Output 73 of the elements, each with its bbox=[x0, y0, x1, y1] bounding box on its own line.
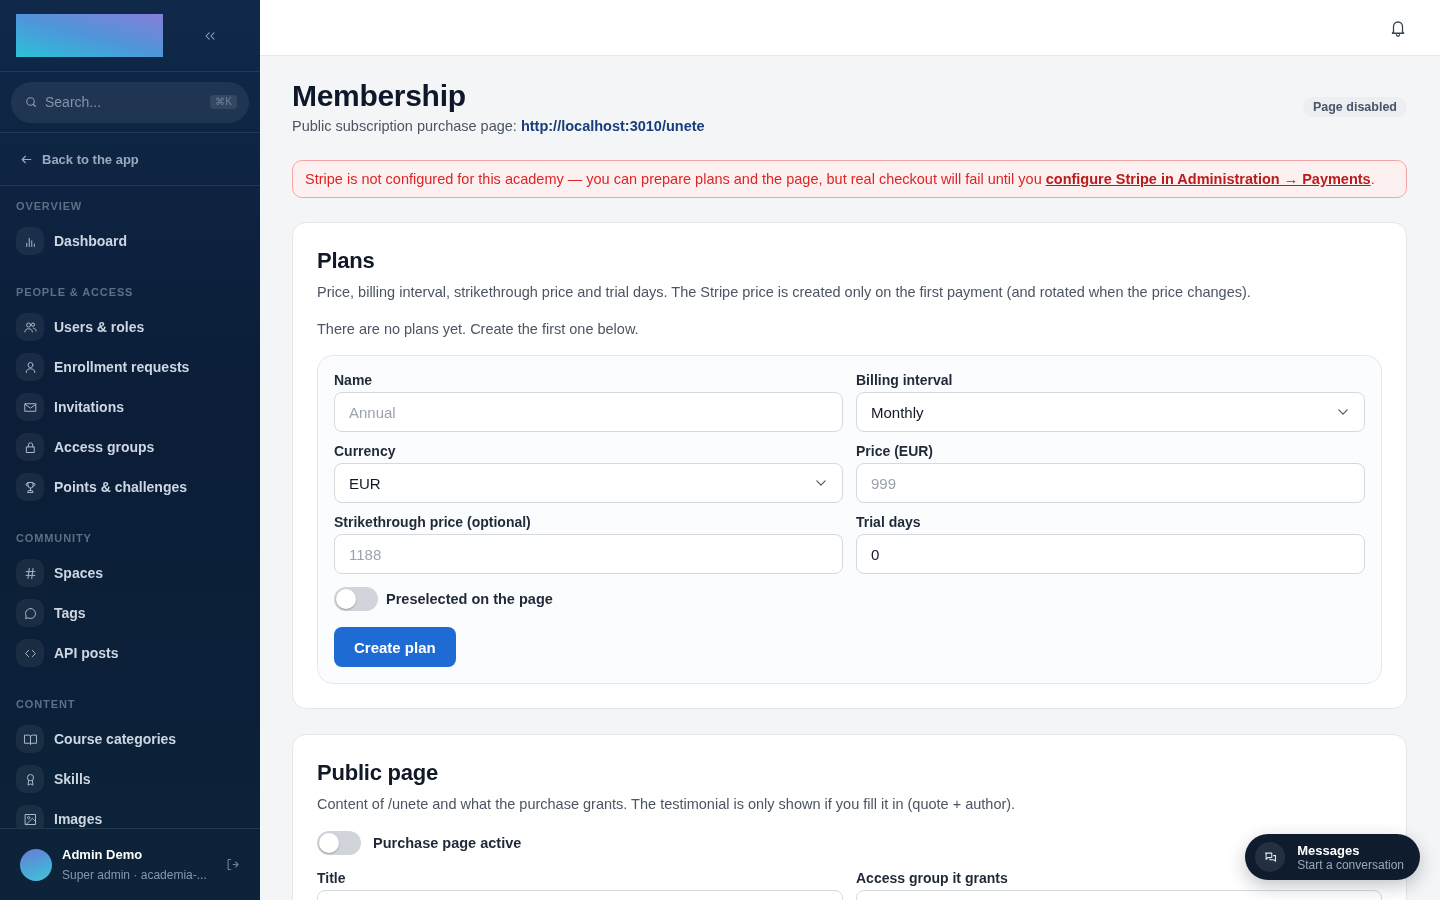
user-name: Admin Demo bbox=[62, 846, 144, 863]
card-description: Price, billing interval, strikethrough price and trial days. The Stripe price is created only on the first payment (and rotated when the price changes). bbox=[317, 283, 1252, 302]
input-field[interactable]: 999 bbox=[856, 463, 1365, 503]
sidebar-item[interactable]: Skills bbox=[0, 759, 260, 799]
chevron-down-icon bbox=[1338, 409, 1348, 415]
status-badge: Page disabled bbox=[1302, 97, 1407, 117]
field-label: Access group it grants bbox=[856, 869, 1009, 887]
search-icon bbox=[25, 96, 37, 108]
input-field[interactable]: 1188 bbox=[334, 534, 843, 574]
search-input[interactable]: Search... bbox=[45, 94, 203, 110]
envelope-icon bbox=[16, 393, 44, 421]
sidebar-item[interactable]: Access groups bbox=[0, 427, 260, 467]
messages-button[interactable]: Messages Start a conversation bbox=[1245, 834, 1420, 880]
image-icon bbox=[16, 805, 44, 828]
select-field[interactable]: EUR bbox=[334, 463, 843, 503]
users-icon bbox=[16, 313, 44, 341]
back-link[interactable]: Back to the app bbox=[20, 151, 139, 167]
card-title: Plans bbox=[317, 247, 376, 275]
sidebar-item[interactable]: Tags bbox=[0, 593, 260, 633]
sidebar-item[interactable]: Course categories bbox=[0, 719, 260, 759]
logout-icon[interactable] bbox=[225, 857, 240, 872]
sidebar-item[interactable]: Dashboard bbox=[0, 221, 260, 261]
sidebar-item[interactable]: Points & challenges bbox=[0, 467, 260, 507]
toggle-label: Preselected on the page bbox=[386, 591, 553, 607]
field-label: Title bbox=[317, 869, 347, 887]
speech-bubble-icon bbox=[16, 599, 44, 627]
messages-title: Messages bbox=[1297, 842, 1361, 858]
chevrons-left-icon[interactable] bbox=[205, 31, 215, 40]
section-heading: CONTENT bbox=[15, 697, 77, 711]
sidebar-item[interactable]: Invitations bbox=[0, 387, 260, 427]
trophy-icon bbox=[16, 473, 44, 501]
field-label: Billing interval bbox=[856, 371, 954, 389]
toggle-switch[interactable] bbox=[334, 587, 378, 611]
sidebar-item[interactable]: Enrollment requests bbox=[0, 347, 260, 387]
messages-subtitle: Start a conversation bbox=[1297, 857, 1404, 872]
page-subtitle: Public subscription purchase page: http://localhost:3010/unete bbox=[292, 117, 705, 136]
payments-settings-link[interactable]: configure Stripe in Administration → Payments bbox=[1045, 171, 1371, 187]
section-heading: PEOPLE & ACCESS bbox=[15, 285, 135, 299]
section-heading: COMMUNITY bbox=[15, 531, 93, 545]
toggle-label: Purchase page active bbox=[373, 835, 522, 851]
page-url-link[interactable]: http://localhost:3010/unete bbox=[520, 118, 705, 134]
user-icon bbox=[16, 353, 44, 381]
toggle-switch[interactable] bbox=[317, 831, 361, 855]
sidebar-item[interactable]: Users & roles bbox=[0, 307, 260, 347]
select-field[interactable]: Monthly bbox=[856, 392, 1365, 432]
section-heading: OVERVIEW bbox=[15, 199, 84, 213]
sidebar-item[interactable]: Images bbox=[0, 799, 260, 828]
sidebar-item[interactable]: Spaces bbox=[0, 553, 260, 593]
input-field[interactable]: 0 bbox=[856, 534, 1365, 574]
user-avatar bbox=[20, 848, 52, 881]
award-icon bbox=[16, 765, 44, 793]
field-label: Price (EUR) bbox=[856, 442, 935, 460]
chevron-down-icon bbox=[816, 480, 826, 486]
input-field[interactable]: Annual bbox=[334, 392, 843, 432]
create-plan-button[interactable]: Create plan bbox=[334, 627, 456, 667]
bell-icon[interactable] bbox=[1389, 18, 1407, 37]
bar-chart-icon bbox=[16, 227, 44, 255]
empty-message: There are no plans yet. Create the first one below. bbox=[317, 320, 640, 339]
book-icon bbox=[16, 725, 44, 753]
sidebar-item[interactable]: API posts bbox=[0, 633, 260, 673]
chat-bubbles-icon bbox=[1255, 842, 1286, 872]
field-label: Name bbox=[334, 371, 374, 389]
page-title: Membership bbox=[292, 78, 467, 114]
user-role: Super admin · academia-... bbox=[62, 866, 208, 883]
card-title: Public page bbox=[317, 759, 440, 787]
warning-message: Stripe is not configured for this academy — you can prepare plans and the page, but real checkout will fail until you configure Stripe in Administration → Payments. bbox=[305, 170, 1376, 189]
field-label: Trial days bbox=[856, 513, 922, 531]
lock-icon bbox=[16, 433, 44, 461]
code-icon bbox=[16, 639, 44, 667]
field-label: Currency bbox=[334, 442, 397, 460]
card-description: Content of /unete and what the purchase grants. The testimonial is only shown if you fill it in (quote + author). bbox=[317, 795, 1017, 814]
hash-icon bbox=[16, 559, 44, 587]
field-label: Strikethrough price (optional) bbox=[334, 513, 532, 531]
